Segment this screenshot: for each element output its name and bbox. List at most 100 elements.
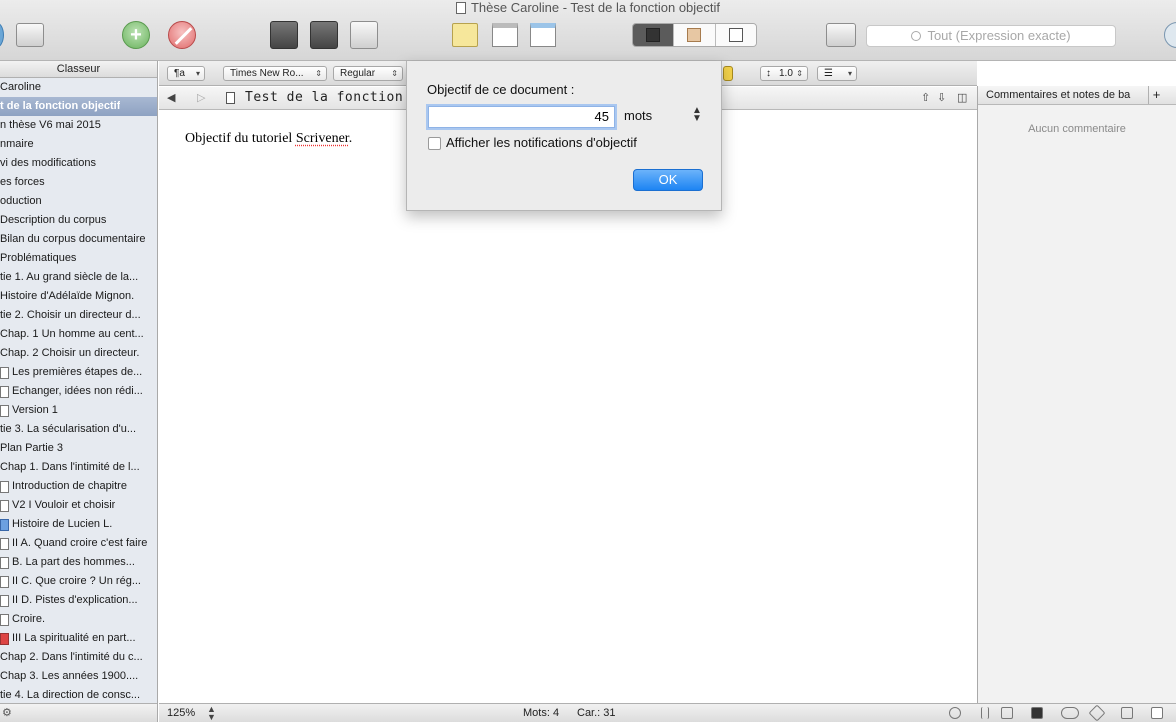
fullscreen-icon: [270, 21, 298, 49]
notes-tab-icon[interactable]: [1001, 707, 1013, 719]
font-popup[interactable]: Times New Ro... ⇕: [223, 66, 327, 81]
binder-item[interactable]: II D. Pistes d'explication...: [0, 591, 157, 610]
binder-item[interactable]: Chap 3. Les années 1900....: [0, 667, 157, 686]
split-editor-icon[interactable]: ◫: [957, 91, 967, 104]
snapshot-button[interactable]: [530, 20, 556, 50]
misspelled-word[interactable]: Scrivener: [296, 131, 349, 146]
add-icon: +: [122, 21, 150, 49]
back-arrow-icon[interactable]: ◀: [167, 91, 175, 104]
highlight-color-well[interactable]: [723, 66, 733, 81]
binder-item[interactable]: Croire.: [0, 610, 157, 629]
binder-item[interactable]: Bilan du corpus documentaire: [0, 230, 157, 249]
binder-item-label: V2 I Vouloir et choisir: [12, 499, 116, 511]
composition-mode-button[interactable]: [270, 20, 298, 50]
add-comment-button[interactable]: +: [1148, 86, 1164, 104]
target-icon[interactable]: [949, 707, 961, 719]
style-popup[interactable]: ¶a ▾: [167, 66, 205, 81]
binder-item-label: n thèse V6 mai 2015: [0, 119, 101, 131]
binder-item[interactable]: Chap. 2 Choisir un directeur.: [0, 344, 157, 363]
list-popup[interactable]: ☰ ▾: [817, 66, 857, 81]
binder-item[interactable]: Version 1: [0, 401, 157, 420]
binder-item[interactable]: Chap 1. Dans l'intimité de l...: [0, 458, 157, 477]
snapshots-tab-icon[interactable]: [1121, 707, 1133, 719]
notifications-checkbox[interactable]: [428, 137, 441, 150]
binder-item[interactable]: t de la fonction objectif: [0, 97, 157, 116]
binder-item[interactable]: tie 1. Au grand siècle de la...: [0, 268, 157, 287]
document-icon: [0, 518, 9, 531]
binder-item[interactable]: oduction: [0, 192, 157, 211]
down-arrow-icon[interactable]: ⇩: [937, 91, 946, 104]
target-count-input[interactable]: 45: [428, 106, 615, 128]
binder-item[interactable]: III La spiritualité en part...: [0, 629, 157, 648]
binder-item[interactable]: Problématiques: [0, 249, 157, 268]
zoom-stepper-icon[interactable]: ▲ ▼: [207, 705, 216, 722]
tag-icon[interactable]: [1088, 704, 1106, 722]
document-icon: [0, 632, 9, 645]
editor-header-title[interactable]: Test de la fonction o: [245, 90, 420, 105]
columns-icon[interactable]: [981, 707, 989, 719]
binder-item[interactable]: Caroline: [0, 78, 157, 97]
target-dialog: Objectif de ce document : 45 mots ▲ ▼ Aff…: [406, 61, 722, 211]
view-mode-button[interactable]: [16, 20, 44, 50]
keywords-tab-icon[interactable]: [1061, 707, 1079, 719]
binder-item[interactable]: Plan Partie 3: [0, 439, 157, 458]
binder-item[interactable]: Histoire d'Adélaïde Mignon.: [0, 287, 157, 306]
binder-item[interactable]: tie 2. Choisir un directeur d...: [0, 306, 157, 325]
binder-item[interactable]: Les premières étapes de...: [0, 363, 157, 382]
quickref-button[interactable]: [492, 20, 518, 50]
view-outline-tab[interactable]: [715, 24, 756, 46]
view-corkboard-tab[interactable]: [674, 24, 716, 46]
binder-item[interactable]: n thèse V6 mai 2015: [0, 116, 157, 135]
keywords-button[interactable]: [310, 20, 338, 50]
ok-button[interactable]: OK: [633, 169, 703, 191]
references-tab-icon[interactable]: [1031, 707, 1043, 719]
binder-item[interactable]: II C. Que croire ? Un rég...: [0, 572, 157, 591]
key-icon: [310, 21, 338, 49]
binder-item[interactable]: Chap 2. Dans l'intimité du c...: [0, 648, 157, 667]
document-icon: [0, 499, 9, 512]
delete-icon: [168, 21, 196, 49]
style-value: ¶a: [174, 68, 185, 79]
binder-item-label: oduction: [0, 195, 42, 207]
binder-item[interactable]: Echanger, idées non rédi...: [0, 382, 157, 401]
binder-item[interactable]: B. La part des hommes...: [0, 553, 157, 572]
binder-item[interactable]: II A. Quand croire c'est faire: [0, 534, 157, 553]
magnifier-icon: [826, 23, 856, 47]
binder-item[interactable]: Histoire de Lucien L.: [0, 515, 157, 534]
view-document-tab[interactable]: [633, 24, 675, 46]
binder-item[interactable]: V2 I Vouloir et choisir: [0, 496, 157, 515]
target-unit-select[interactable]: mots: [624, 108, 652, 123]
binder-item[interactable]: Chap. 1 Un homme au cent...: [0, 325, 157, 344]
comments-tab-icon[interactable]: [1151, 707, 1163, 719]
binder-item[interactable]: Description du corpus: [0, 211, 157, 230]
up-arrow-icon[interactable]: ⇧: [921, 91, 930, 104]
forward-arrow-icon[interactable]: ▷: [197, 91, 205, 104]
binder-item-label: Chap. 1 Un homme au cent...: [0, 328, 144, 340]
search-input[interactable]: Tout (Expression exacte): [866, 25, 1116, 47]
editor-text[interactable]: Objectif du tutoriel Scrivener.: [185, 131, 352, 147]
edit-button[interactable]: [350, 20, 378, 50]
notes-button[interactable]: [452, 20, 478, 50]
notifications-checkbox-label[interactable]: Afficher les notifications d'objectif: [446, 135, 637, 150]
inspector-button[interactable]: [826, 20, 856, 50]
binder-item[interactable]: es forces: [0, 173, 157, 192]
chevron-updown-icon[interactable]: ▲ ▼: [692, 106, 702, 124]
binder-item-label: Introduction de chapitre: [12, 480, 127, 492]
delete-button[interactable]: [168, 20, 196, 50]
binder-item-label: tie 3. La sécularisation d'u...: [0, 423, 137, 435]
line-spacing-popup[interactable]: ↕ 1.0 ⇕: [760, 66, 808, 81]
binder-item-label: Problématiques: [0, 252, 77, 264]
binder-item[interactable]: nmaire: [0, 135, 157, 154]
add-button[interactable]: +: [122, 20, 150, 50]
binder-item[interactable]: vi des modifications: [0, 154, 157, 173]
weight-popup[interactable]: Regular ⇕: [333, 66, 403, 81]
dialog-label: Objectif de ce document :: [427, 82, 575, 97]
binder-item-label: t de la fonction objectif: [0, 100, 121, 112]
binder-item[interactable]: tie 3. La sécularisation d'u...: [0, 420, 157, 439]
binder-settings-icon[interactable]: ⚙: [2, 706, 12, 719]
zoom-level[interactable]: 125%: [167, 704, 195, 722]
binder-toggle-icon[interactable]: [0, 22, 4, 48]
help-icon[interactable]: [1164, 22, 1176, 48]
binder-item[interactable]: Introduction de chapitre: [0, 477, 157, 496]
binder-item-label: III La spiritualité en part...: [12, 632, 136, 644]
